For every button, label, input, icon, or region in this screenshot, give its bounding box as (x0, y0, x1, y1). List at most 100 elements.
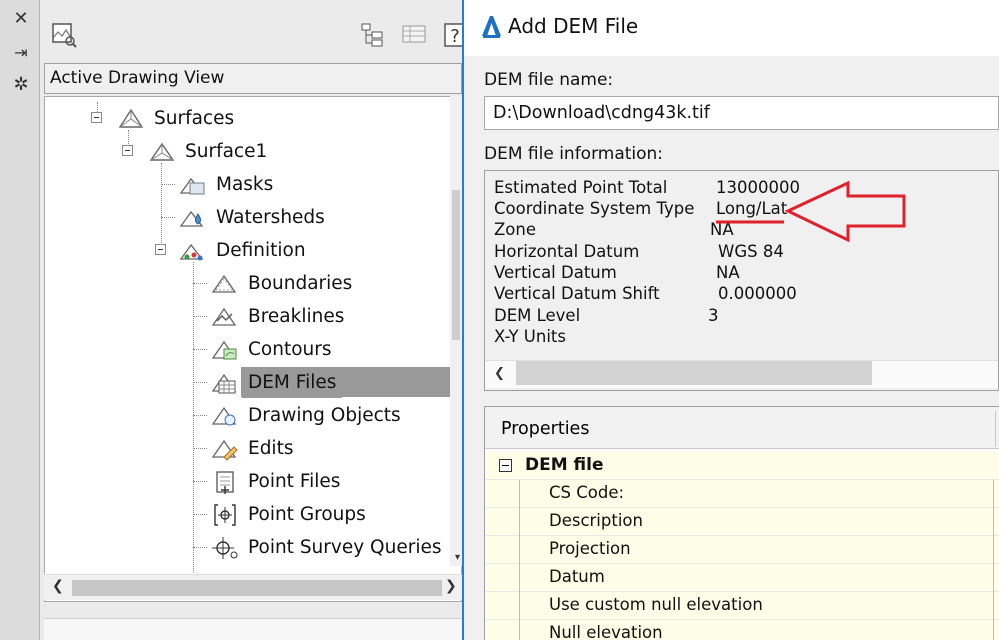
tree-guide (161, 217, 175, 218)
collapse-toggle[interactable] (155, 244, 166, 255)
list-view-icon[interactable] (400, 20, 428, 48)
info-name-vertical-datum-shift: Vertical Datum Shift (494, 284, 660, 303)
category-label: DEM file (525, 455, 604, 475)
property-name: Datum (549, 567, 605, 586)
property-name: CS Code: (549, 483, 625, 502)
drawing-objects-icon (211, 406, 237, 425)
property-row-description[interactable]: Description (485, 508, 999, 536)
tree-guide (193, 415, 207, 416)
property-row-use-custom-null-elevation[interactable]: Use custom null elevation (485, 592, 999, 620)
tree-guide (193, 382, 207, 383)
grid-divider (993, 592, 994, 620)
info-name-horizontal-datum: Horizontal Datum (494, 242, 640, 261)
properties-header-divider (995, 411, 996, 447)
tree-item-definition[interactable]: Definition (178, 234, 306, 267)
info-value-dem-level: 3 (708, 306, 719, 325)
edits-icon (211, 439, 238, 461)
category-dem-file[interactable]: DEM file (485, 452, 999, 480)
scroll-right-arrow-icon[interactable]: ❯ (445, 578, 457, 594)
collapse-icon[interactable] (499, 459, 512, 472)
tree-guide (193, 547, 207, 548)
dem-file-name-field[interactable]: D:\Download\cdng43k.tif (484, 96, 999, 130)
info-value-estimated-point-total: 13000000 (716, 178, 800, 197)
info-name-zone: Zone (494, 220, 537, 239)
settings-icon[interactable]: ✲ (10, 74, 32, 96)
item-view-icon[interactable] (358, 20, 386, 48)
properties-grid: Properties DEM file CS Code: Description… (484, 406, 999, 640)
dialog-titlebar: Add DEM File (464, 0, 999, 56)
surface-group-icon (118, 108, 144, 128)
property-name: Null elevation (549, 623, 663, 640)
tree-guide (193, 481, 207, 482)
definition-icon (179, 243, 204, 260)
property-name: Description (549, 511, 643, 530)
point-survey-queries-icon (212, 536, 238, 559)
watershed-icon (179, 210, 204, 227)
tree-item-drawing-objects[interactable]: Drawing Objects (210, 399, 401, 432)
scroll-down-arrow-icon[interactable]: ▾ (455, 552, 460, 563)
point-files-icon (216, 470, 234, 494)
tree-item-dem-files[interactable]: DEM Files (210, 366, 343, 399)
dem-file-info-label: DEM file information: (484, 144, 664, 164)
grid-divider (519, 620, 520, 640)
tree-guide (161, 163, 162, 245)
grid-divider (993, 564, 994, 592)
grid-divider (993, 620, 994, 640)
tree-item-surfaces[interactable]: Surfaces (116, 102, 234, 135)
tree-item-breaklines[interactable]: Breaklines (210, 300, 344, 333)
grid-divider (519, 536, 520, 564)
dialog-title: Add DEM File (508, 14, 639, 38)
property-name: Use custom null elevation (549, 595, 763, 614)
grid-divider (519, 564, 520, 592)
civil3d-logo-icon (482, 16, 501, 38)
tree-horizontal-scroll-thumb[interactable] (72, 580, 442, 596)
tree-item-point-files[interactable]: Point Files (210, 465, 340, 498)
surface-icon (149, 142, 175, 161)
point-groups-icon (214, 503, 236, 526)
property-row-projection[interactable]: Projection (485, 536, 999, 564)
svg-text:?: ? (450, 26, 460, 47)
tree-guide (193, 349, 207, 350)
preview-icon[interactable] (50, 20, 78, 48)
collapse-toggle[interactable] (122, 145, 133, 156)
tree-item-masks[interactable]: Masks (178, 168, 273, 201)
info-value-vertical-datum-shift: 0.000000 (718, 284, 797, 303)
grid-divider (519, 508, 520, 536)
grid-divider (993, 536, 994, 564)
property-row-null-elevation[interactable]: Null elevation (485, 620, 999, 640)
boundary-icon (211, 274, 237, 293)
active-view-select[interactable]: Active Drawing View (44, 63, 462, 94)
property-name: Projection (549, 539, 631, 558)
tree-guide (193, 262, 194, 577)
tree-item-surface1[interactable]: Surface1 (147, 135, 267, 168)
tree-item-contours[interactable]: Contours (210, 333, 332, 366)
tree-item-point-survey-queries[interactable]: Point Survey Queries (210, 531, 441, 564)
pin-icon[interactable]: ⇥ (10, 42, 32, 64)
tree-vertical-scroll-thumb[interactable] (452, 190, 460, 340)
info-horizontal-scroll-thumb[interactable] (516, 361, 872, 385)
tree-item-boundaries[interactable]: Boundaries (210, 267, 352, 300)
properties-header: Properties (485, 407, 999, 449)
info-scroll-left-arrow-icon[interactable]: ❮ (494, 366, 505, 381)
toolspace-strip: ✕ ⇥ ✲ (0, 0, 40, 640)
tree-item-watersheds[interactable]: Watersheds (178, 201, 325, 234)
info-value-vertical-datum: NA (716, 263, 740, 282)
dem-file-name-label: DEM file name: (484, 70, 614, 90)
scroll-left-arrow-icon[interactable]: ❮ (52, 578, 64, 594)
tree-guide (193, 283, 207, 284)
tree-guide (161, 184, 175, 185)
info-name-x-y-units: X-Y Units (494, 327, 566, 346)
grid-divider (519, 480, 520, 508)
tree-guide (97, 102, 98, 112)
collapse-toggle[interactable] (91, 112, 102, 123)
tree-guide (193, 448, 207, 449)
tree-item-edits[interactable]: Edits (210, 432, 293, 465)
grid-divider (993, 480, 994, 508)
property-row-cs-code[interactable]: CS Code: (485, 480, 999, 508)
tree-item-point-groups[interactable]: Point Groups (210, 498, 366, 531)
grid-divider (519, 592, 520, 620)
prospector-bottom-bar (44, 618, 462, 640)
tree-guide (193, 514, 207, 515)
close-icon[interactable]: ✕ (10, 8, 32, 30)
property-row-datum[interactable]: Datum (485, 564, 999, 592)
